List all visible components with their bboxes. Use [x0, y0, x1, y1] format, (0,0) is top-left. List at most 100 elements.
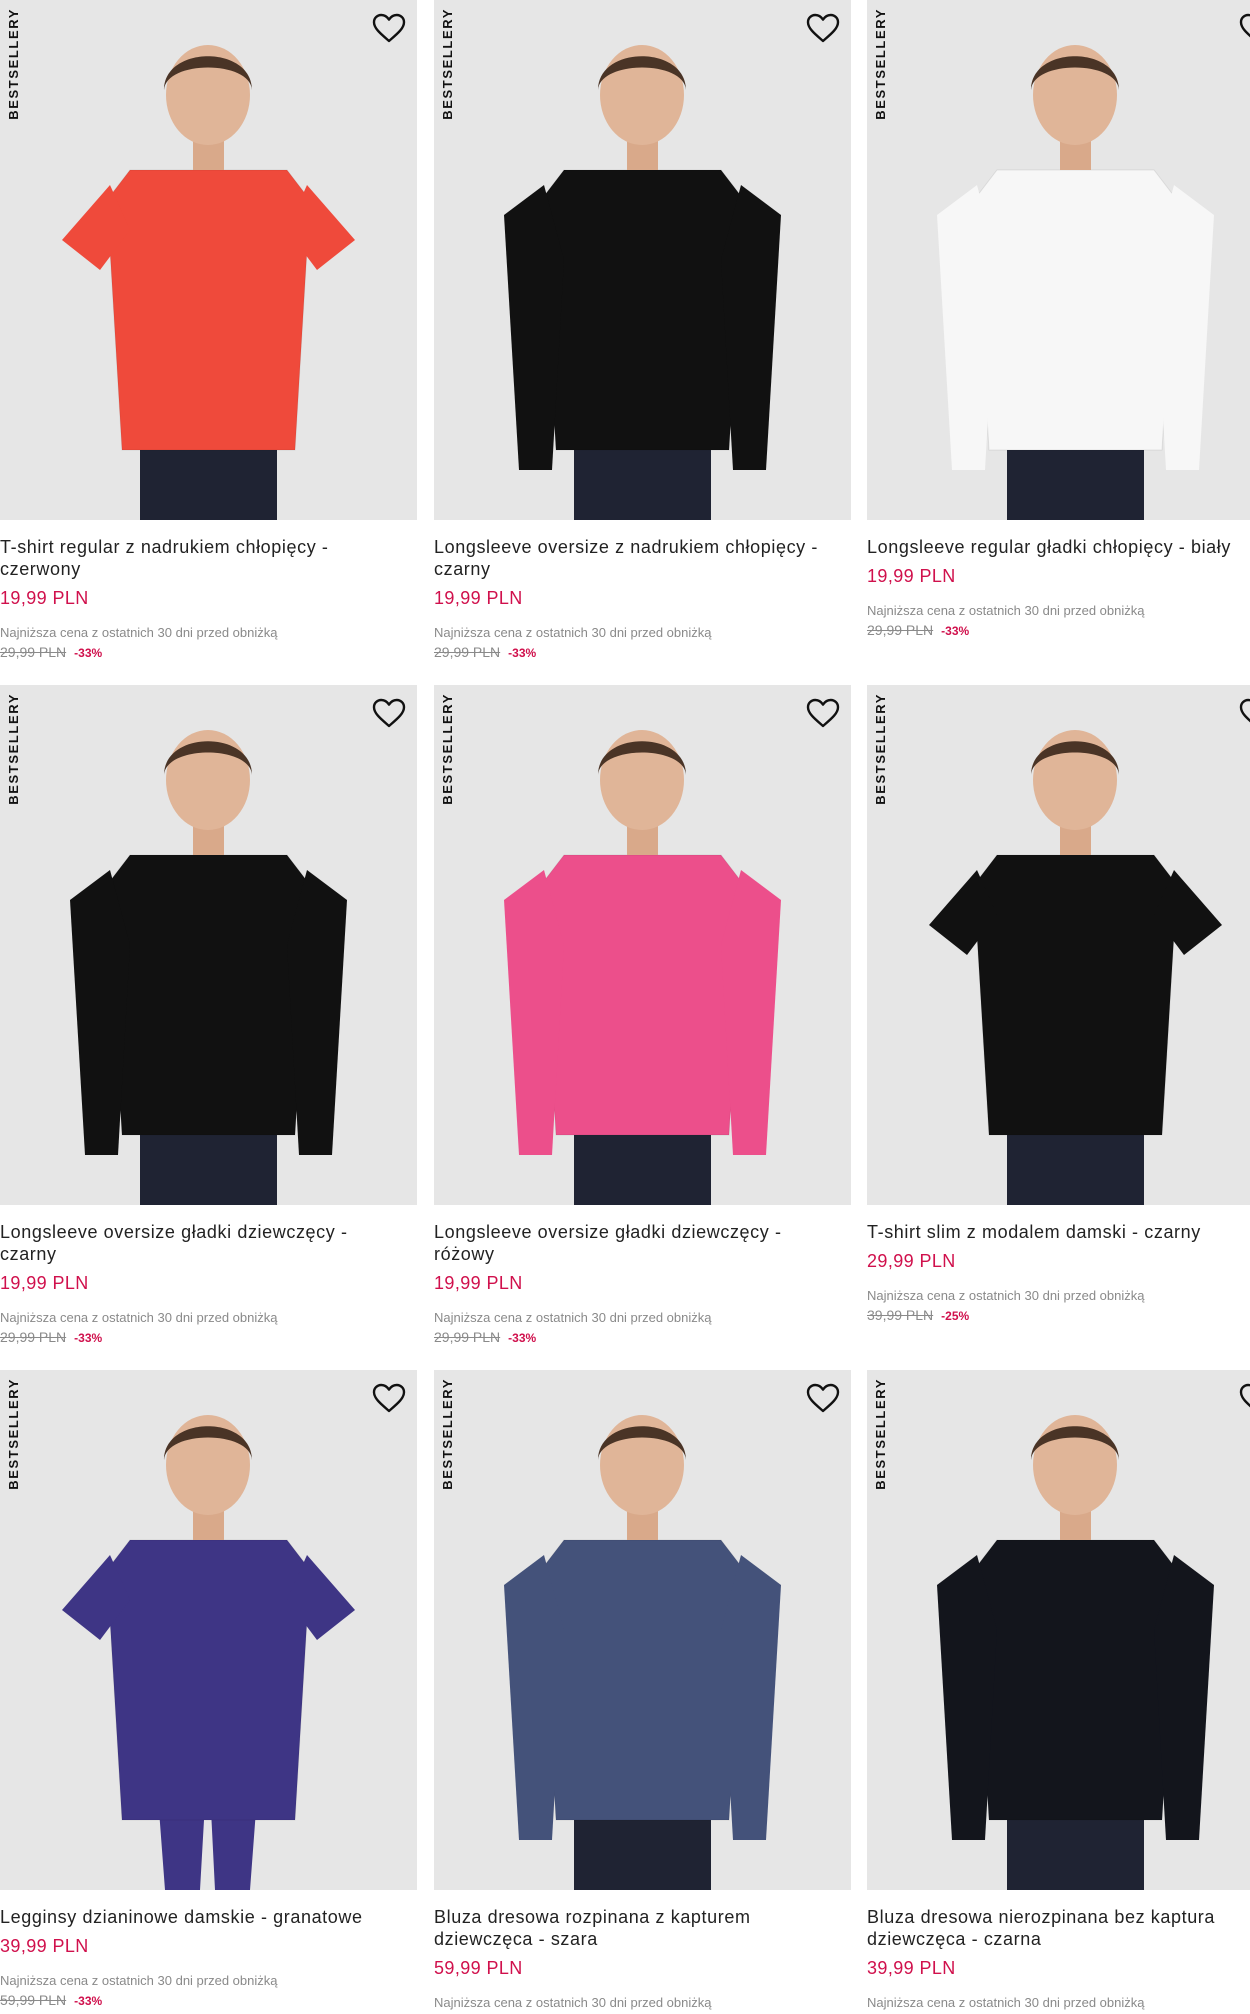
- discount-badge: -33%: [508, 1331, 537, 1345]
- old-price: 29,99 PLN: [867, 622, 934, 638]
- heart-outline-icon[interactable]: [1238, 695, 1250, 731]
- product-info: Longsleeve oversize gładki dziewczęcy - …: [0, 1205, 417, 1345]
- product-card[interactable]: BESTSELLERY Longsleeve oversize gładki dz…: [0, 685, 417, 1345]
- product-grid: BESTSELLERY T-shirt regular z nadrukiem c…: [0, 0, 1250, 2014]
- old-price-row: 59,99 PLN -33%: [0, 1992, 417, 2008]
- product-card[interactable]: BESTSELLERY T-shirt slim z modalem damski…: [867, 685, 1250, 1323]
- product-price: 39,99 PLN: [0, 1936, 89, 1956]
- bestseller-badge: BESTSELLERY: [873, 1378, 888, 1490]
- model-figure: [0, 0, 417, 520]
- product-card[interactable]: BESTSELLERY Longsleeve oversize gładki dz…: [434, 685, 851, 1345]
- heart-outline-icon[interactable]: [805, 1380, 841, 1416]
- old-price-row: 29,99 PLN -33%: [0, 1329, 417, 1345]
- product-info: T-shirt regular z nadrukiem chłopięcy - …: [0, 520, 417, 660]
- lowest-price-label: Najniższa cena z ostatnich 30 dni przed …: [434, 1995, 712, 2010]
- product-image[interactable]: BESTSELLERY: [434, 685, 851, 1205]
- bestseller-badge: BESTSELLERY: [873, 8, 888, 120]
- model-figure: [867, 0, 1250, 520]
- product-price: 39,99 PLN: [867, 1958, 956, 1978]
- bestseller-badge: BESTSELLERY: [6, 8, 21, 120]
- product-title[interactable]: Longsleeve oversize z nadrukiem chłopięc…: [434, 536, 851, 580]
- product-title[interactable]: Bluza dresowa nierozpinana bez kaptura d…: [867, 1906, 1250, 1950]
- product-price: 59,99 PLN: [434, 1958, 523, 1978]
- model-figure: [867, 685, 1250, 1205]
- product-info: T-shirt slim z modalem damski - czarny 29…: [867, 1205, 1250, 1323]
- product-price: 29,99 PLN: [867, 1251, 956, 1271]
- heart-outline-icon[interactable]: [805, 10, 841, 46]
- product-info: Longsleeve oversize z nadrukiem chłopięc…: [434, 520, 851, 660]
- product-card[interactable]: BESTSELLERY Bluza dresowa nierozpinana be…: [867, 1370, 1250, 2014]
- heart-outline-icon[interactable]: [371, 695, 407, 731]
- product-card[interactable]: BESTSELLERY Legginsy dzianinowe damskie -…: [0, 1370, 417, 2008]
- heart-outline-icon[interactable]: [371, 1380, 407, 1416]
- lowest-price-label: Najniższa cena z ostatnich 30 dni przed …: [867, 603, 1145, 618]
- product-info: Bluza dresowa nierozpinana bez kaptura d…: [867, 1890, 1250, 2014]
- lowest-price-label: Najniższa cena z ostatnich 30 dni przed …: [434, 625, 712, 640]
- bestseller-badge: BESTSELLERY: [6, 1378, 21, 1490]
- old-price-row: 29,99 PLN -33%: [867, 622, 1250, 638]
- old-price-row: 29,99 PLN -33%: [434, 644, 851, 660]
- product-price: 19,99 PLN: [434, 1273, 523, 1293]
- product-card[interactable]: BESTSELLERY T-shirt regular z nadrukiem c…: [0, 0, 417, 660]
- old-price: 29,99 PLN: [0, 1329, 67, 1345]
- product-image[interactable]: BESTSELLERY: [0, 1370, 417, 1890]
- model-figure: [434, 685, 851, 1205]
- product-image[interactable]: BESTSELLERY: [0, 0, 417, 520]
- product-info: Longsleeve regular gładki chłopięcy - bi…: [867, 520, 1250, 638]
- product-image[interactable]: BESTSELLERY: [867, 0, 1250, 520]
- product-card[interactable]: BESTSELLERY Bluza dresowa rozpinana z kap…: [434, 1370, 851, 2014]
- lowest-price-label: Najniższa cena z ostatnich 30 dni przed …: [434, 1310, 712, 1325]
- product-price: 19,99 PLN: [867, 566, 956, 586]
- product-info: Longsleeve oversize gładki dziewczęcy - …: [434, 1205, 851, 1345]
- product-title[interactable]: T-shirt slim z modalem damski - czarny: [867, 1221, 1250, 1243]
- bestseller-badge: BESTSELLERY: [440, 8, 455, 120]
- lowest-price-label: Najniższa cena z ostatnich 30 dni przed …: [0, 625, 278, 640]
- product-image[interactable]: BESTSELLERY: [434, 1370, 851, 1890]
- product-info: Legginsy dzianinowe damskie - granatowe 3…: [0, 1890, 417, 2008]
- lowest-price-label: Najniższa cena z ostatnich 30 dni przed …: [0, 1973, 278, 1988]
- product-image[interactable]: BESTSELLERY: [0, 685, 417, 1205]
- product-image[interactable]: BESTSELLERY: [434, 0, 851, 520]
- product-price: 19,99 PLN: [434, 588, 523, 608]
- old-price: 29,99 PLN: [0, 644, 67, 660]
- lowest-price-label: Najniższa cena z ostatnich 30 dni przed …: [867, 1288, 1145, 1303]
- bestseller-badge: BESTSELLERY: [440, 693, 455, 805]
- discount-badge: -33%: [74, 1331, 103, 1345]
- heart-outline-icon[interactable]: [371, 10, 407, 46]
- model-figure: [0, 685, 417, 1205]
- product-title[interactable]: Legginsy dzianinowe damskie - granatowe: [0, 1906, 417, 1928]
- discount-badge: -33%: [941, 624, 970, 638]
- product-image[interactable]: BESTSELLERY: [867, 1370, 1250, 1890]
- bestseller-badge: BESTSELLERY: [6, 693, 21, 805]
- model-figure: [0, 1370, 417, 1890]
- product-title[interactable]: Longsleeve oversize gładki dziewczęcy - …: [434, 1221, 851, 1265]
- product-title[interactable]: Longsleeve oversize gładki dziewczęcy - …: [0, 1221, 417, 1265]
- product-image[interactable]: BESTSELLERY: [867, 685, 1250, 1205]
- lowest-price-label: Najniższa cena z ostatnich 30 dni przed …: [0, 1310, 278, 1325]
- model-figure: [434, 0, 851, 520]
- product-title[interactable]: Bluza dresowa rozpinana z kapturem dziew…: [434, 1906, 851, 1950]
- discount-badge: -33%: [74, 646, 103, 660]
- old-price: 29,99 PLN: [434, 1329, 501, 1345]
- model-figure: [434, 1370, 851, 1890]
- product-card[interactable]: BESTSELLERY Longsleeve regular gładki chł…: [867, 0, 1250, 638]
- heart-outline-icon[interactable]: [1238, 1380, 1250, 1416]
- product-card[interactable]: BESTSELLERY Longsleeve oversize z nadruki…: [434, 0, 851, 660]
- old-price-row: 29,99 PLN -33%: [434, 1329, 851, 1345]
- bestseller-badge: BESTSELLERY: [873, 693, 888, 805]
- discount-badge: -33%: [74, 1994, 103, 2008]
- heart-outline-icon[interactable]: [1238, 10, 1250, 46]
- old-price-row: 39,99 PLN -25%: [867, 1307, 1250, 1323]
- lowest-price-label: Najniższa cena z ostatnich 30 dni przed …: [867, 1995, 1145, 2010]
- discount-badge: -25%: [941, 1309, 970, 1323]
- discount-badge: -33%: [508, 646, 537, 660]
- old-price: 39,99 PLN: [867, 1307, 934, 1323]
- product-title[interactable]: T-shirt regular z nadrukiem chłopięcy - …: [0, 536, 417, 580]
- heart-outline-icon[interactable]: [805, 695, 841, 731]
- old-price-row: 29,99 PLN -33%: [0, 644, 417, 660]
- product-title[interactable]: Longsleeve regular gładki chłopięcy - bi…: [867, 536, 1250, 558]
- old-price: 29,99 PLN: [434, 644, 501, 660]
- product-price: 19,99 PLN: [0, 1273, 89, 1293]
- model-figure: [867, 1370, 1250, 1890]
- product-price: 19,99 PLN: [0, 588, 89, 608]
